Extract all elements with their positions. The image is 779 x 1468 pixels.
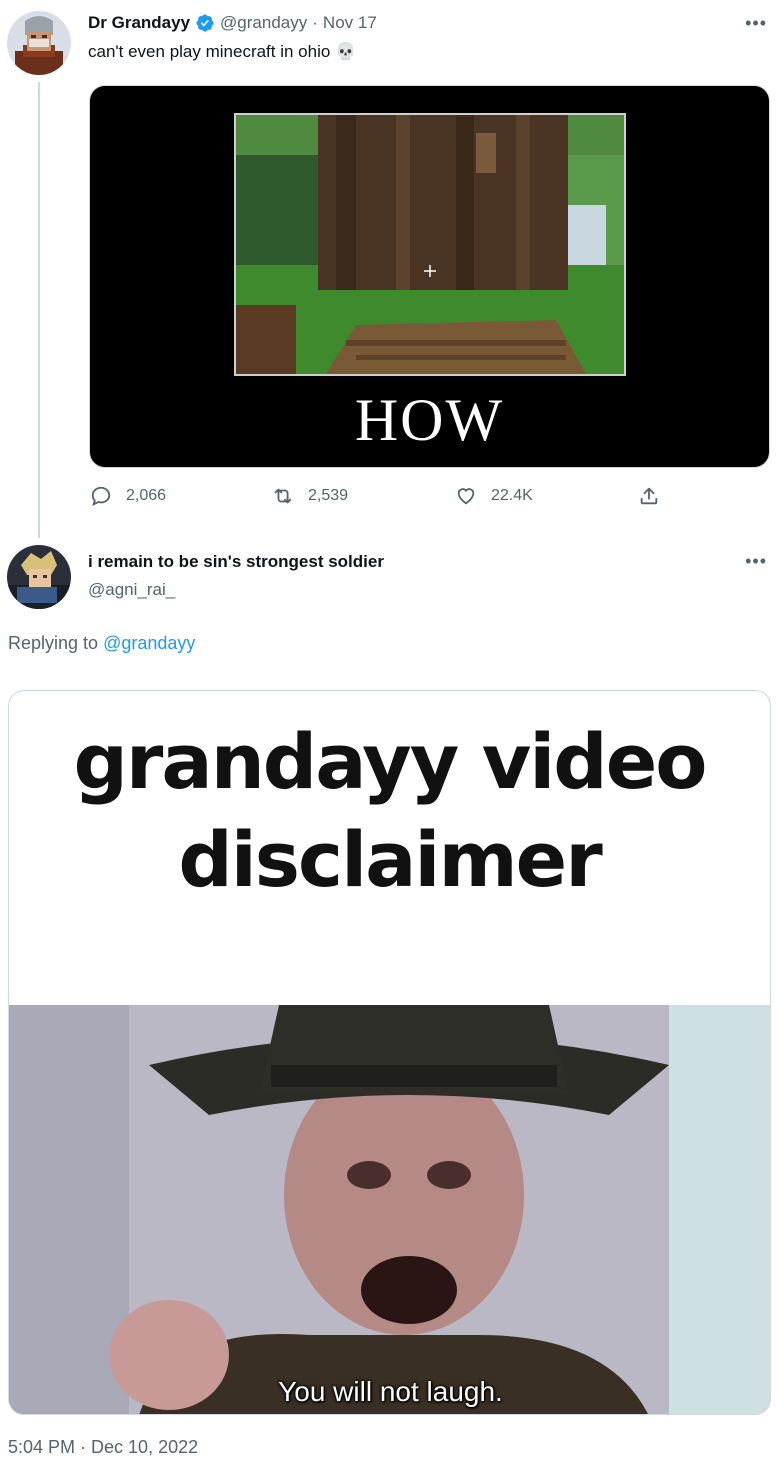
reply-timestamp[interactable]: 5:04 PM · Dec 10, 2022	[8, 1437, 198, 1458]
reply-count: 2,066	[126, 487, 167, 504]
thread-connector-line	[38, 82, 40, 538]
reply-author-row: i remain to be sin's strongest soldier	[88, 552, 384, 572]
minecraft-screenshot	[234, 113, 626, 376]
retweet-count: 2,539	[308, 487, 349, 504]
like-count: 22.4K	[491, 487, 533, 504]
replying-mention-link[interactable]: @grandayy	[103, 633, 195, 653]
media-caption: HOW	[354, 387, 505, 453]
tweet-media-image[interactable]: HOW	[89, 85, 770, 468]
tweet-author-row: Dr Grandayy @grandayy · Nov 17	[88, 13, 377, 33]
more-icon[interactable]: •••	[745, 552, 767, 570]
author-display-name[interactable]: Dr Grandayy	[88, 13, 190, 33]
like-icon	[457, 488, 475, 505]
retweet-icon	[274, 488, 292, 504]
tweet-actions: 2,066 2,539 22.4K	[88, 485, 678, 515]
avatar-grandayy[interactable]	[7, 11, 71, 75]
reply-media-image[interactable]: grandayy video disclaimer You will not l…	[8, 690, 771, 1415]
reply-button[interactable]: 2,066	[90, 485, 166, 507]
retweet-button[interactable]: 2,539	[272, 485, 348, 507]
share-button[interactable]	[638, 485, 674, 507]
share-icon	[640, 487, 658, 505]
meme-title: grandayy video disclaimer	[73, 717, 708, 904]
more-icon[interactable]: •••	[745, 14, 767, 32]
verified-badge-icon	[195, 13, 215, 33]
tweet-text: can't even play minecraft in ohio 💀	[88, 42, 357, 61]
replying-prefix: Replying to	[8, 633, 99, 653]
reply-display-name[interactable]: i remain to be sin's strongest soldier	[88, 552, 384, 572]
like-button[interactable]: 22.4K	[455, 485, 533, 507]
separator-dot: ·	[312, 13, 318, 32]
replying-to: Replying to @grandayy	[8, 633, 195, 654]
reply-icon	[91, 486, 111, 506]
tweet-date[interactable]: Nov 17	[323, 13, 377, 33]
meme-caption: You will not laugh.	[278, 1376, 503, 1407]
author-handle[interactable]: @grandayy	[220, 13, 307, 33]
meme-photo: You will not laugh.	[9, 1005, 770, 1414]
avatar-agni-rai[interactable]	[7, 545, 71, 609]
reply-handle[interactable]: @agni_rai_	[88, 580, 175, 600]
